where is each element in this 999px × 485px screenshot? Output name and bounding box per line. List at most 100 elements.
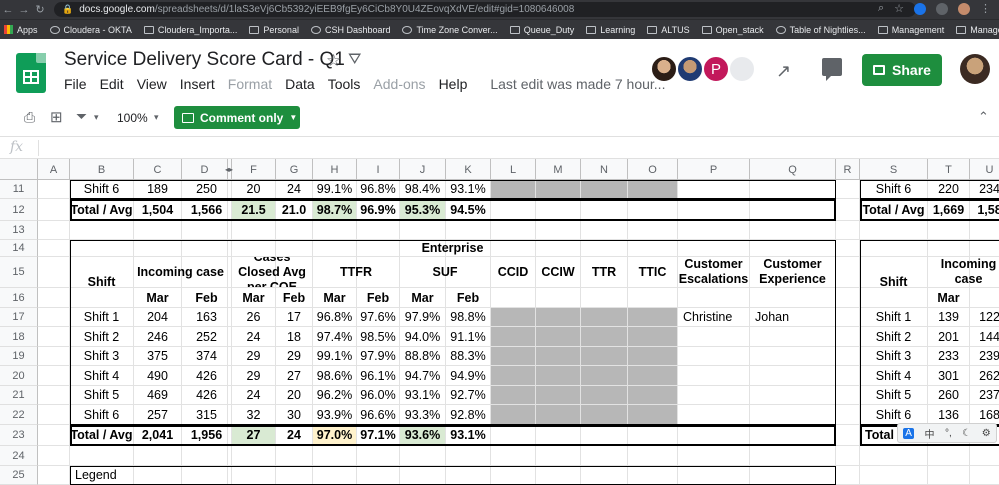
empty-cell[interactable] xyxy=(38,240,70,257)
customer-escalations-cell[interactable] xyxy=(678,199,750,221)
empty-cell[interactable] xyxy=(836,446,860,466)
value-cell[interactable]: 30 xyxy=(276,405,313,425)
value-cell[interactable]: 95.3% xyxy=(400,199,446,221)
bookmark-folder[interactable]: ALTUS xyxy=(647,25,690,35)
shift-label-cell[interactable]: Shift 6 xyxy=(70,405,134,425)
bookmark-star-icon[interactable]: ☆ xyxy=(894,2,904,15)
empty-cell[interactable] xyxy=(38,347,70,366)
value-cell[interactable]: 1,566 xyxy=(182,199,232,221)
bookmark-folder[interactable]: Open_stack xyxy=(701,25,764,35)
empty-cell[interactable] xyxy=(38,257,70,288)
value-cell[interactable]: 490 xyxy=(134,366,182,386)
value-cell[interactable]: 234 xyxy=(970,180,999,199)
value-cell[interactable]: 32 xyxy=(232,405,276,425)
empty-cell[interactable] xyxy=(70,446,134,466)
select-all-corner[interactable] xyxy=(0,159,38,180)
customer-experience-cell[interactable] xyxy=(750,347,836,366)
value-cell[interactable]: 96.0% xyxy=(357,386,400,405)
legend-label[interactable]: Legend xyxy=(70,466,836,485)
column-header[interactable]: C xyxy=(134,159,182,180)
value-cell[interactable]: 29 xyxy=(232,366,276,386)
value-cell[interactable]: 18 xyxy=(276,327,313,347)
empty-subheader[interactable] xyxy=(581,288,628,308)
forward-icon[interactable]: → xyxy=(16,4,32,16)
column-header[interactable]: O xyxy=(628,159,678,180)
column-header[interactable]: B xyxy=(70,159,134,180)
empty-cell[interactable] xyxy=(836,221,860,240)
header-ttfr[interactable]: TTFR xyxy=(313,257,400,288)
metric-empty-cell[interactable] xyxy=(628,405,678,425)
metric-empty-cell[interactable] xyxy=(536,180,581,199)
value-cell[interactable]: 20 xyxy=(232,180,276,199)
subheader-month[interactable]: Mar xyxy=(134,288,182,308)
bookmark-apps[interactable]: Apps xyxy=(4,25,38,35)
empty-cell[interactable] xyxy=(182,446,228,466)
column-header[interactable]: U xyxy=(970,159,999,180)
empty-cell[interactable] xyxy=(836,199,860,221)
empty-cell[interactable] xyxy=(38,308,70,327)
add-comment-icon[interactable]: ⊞ xyxy=(50,108,63,126)
value-cell[interactable]: 260 xyxy=(928,386,970,405)
address-bar[interactable]: 🔒 docs.google.com/spreadsheets/d/1laS3eV… xyxy=(54,2,916,17)
shift-label-cell[interactable]: Total / Avg xyxy=(860,199,928,221)
value-cell[interactable]: 97.6% xyxy=(357,308,400,327)
zoom-chevron-down-icon[interactable]: ▾ xyxy=(154,112,159,123)
bookmark-folder[interactable]: Learning xyxy=(586,25,635,35)
empty-cell[interactable] xyxy=(70,221,134,240)
value-cell[interactable]: 96.9% xyxy=(357,199,400,221)
value-cell[interactable]: 98.8% xyxy=(446,308,491,327)
header-ttr[interactable]: TTR xyxy=(581,257,628,288)
value-cell[interactable]: 24 xyxy=(276,425,313,446)
menu-insert[interactable]: Insert xyxy=(180,76,215,92)
row-header[interactable]: 13 xyxy=(0,221,38,240)
value-cell[interactable]: 1,504 xyxy=(134,199,182,221)
value-cell[interactable]: 250 xyxy=(182,180,232,199)
empty-cell[interactable] xyxy=(970,446,999,466)
spreadsheet-grid[interactable]: A B C D F G H I J K L M N O P Q R S T U ◂▸ 11 12 13 14 15 16 17 18 1… xyxy=(0,159,999,485)
empty-cell[interactable] xyxy=(276,221,313,240)
menu-data[interactable]: Data xyxy=(285,76,315,92)
empty-cell[interactable] xyxy=(581,221,628,240)
customer-escalations-cell[interactable] xyxy=(678,405,750,425)
bookmark-folder[interactable]: Management_Help xyxy=(956,25,999,35)
column-header[interactable]: T xyxy=(928,159,970,180)
empty-cell[interactable] xyxy=(38,446,70,466)
value-cell[interactable]: 97.0% xyxy=(313,425,357,446)
value-cell[interactable]: 96.1% xyxy=(357,366,400,386)
metric-empty-cell[interactable] xyxy=(581,386,628,405)
shift-label-cell[interactable]: Shift 1 xyxy=(860,308,928,327)
hidden-column-arrows-icon[interactable]: ◂▸ xyxy=(222,159,236,180)
value-cell[interactable]: 27 xyxy=(232,425,276,446)
shift-label-cell[interactable]: Total / Avg xyxy=(70,425,134,446)
empty-cell[interactable] xyxy=(628,221,678,240)
column-header[interactable]: J xyxy=(400,159,446,180)
empty-subheader[interactable] xyxy=(491,288,536,308)
empty-cell[interactable] xyxy=(38,180,70,199)
sheets-logo-icon[interactable] xyxy=(16,53,46,93)
column-header[interactable]: M xyxy=(536,159,581,180)
metric-empty-cell[interactable] xyxy=(536,386,581,405)
metric-empty-cell[interactable] xyxy=(491,405,536,425)
metric-empty-cell[interactable] xyxy=(491,180,536,199)
subheader-month[interactable]: Mar xyxy=(313,288,357,308)
row-header[interactable]: 19 xyxy=(0,347,38,366)
metric-empty-cell[interactable] xyxy=(628,199,678,221)
row-header[interactable]: 23 xyxy=(0,425,38,446)
extension-icon[interactable] xyxy=(914,2,926,15)
value-cell[interactable]: 91.1% xyxy=(446,327,491,347)
row-header[interactable]: 14 xyxy=(0,240,38,257)
value-cell[interactable]: 301 xyxy=(928,366,970,386)
customer-experience-cell[interactable] xyxy=(750,180,836,199)
empty-subheader[interactable] xyxy=(750,288,836,308)
gear-icon[interactable]: ⚙ xyxy=(982,428,991,439)
value-cell[interactable]: 374 xyxy=(182,347,232,366)
metric-empty-cell[interactable] xyxy=(536,199,581,221)
user-avatar[interactable] xyxy=(960,54,990,84)
bookmark-folder[interactable]: Management xyxy=(877,25,944,35)
empty-cell[interactable] xyxy=(928,466,970,485)
value-cell[interactable]: 99.1% xyxy=(313,347,357,366)
value-cell[interactable]: 94.7% xyxy=(400,366,446,386)
empty-cell[interactable] xyxy=(860,446,928,466)
value-cell[interactable]: 1,956 xyxy=(182,425,232,446)
star-icon[interactable]: ☆ xyxy=(326,51,341,71)
